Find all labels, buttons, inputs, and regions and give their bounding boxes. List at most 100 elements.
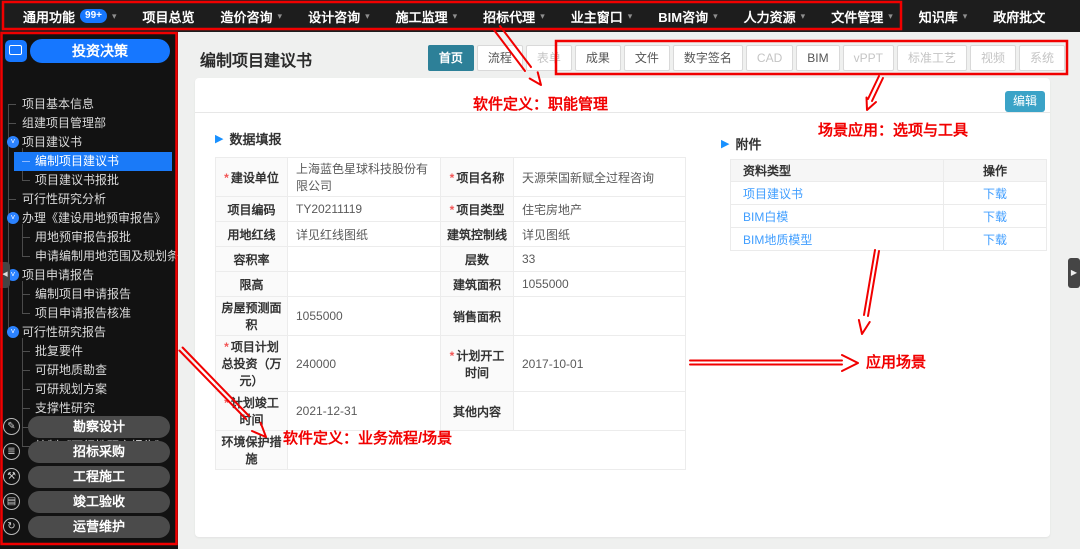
nav-item-project-overview[interactable]: 项目总览 [130,0,208,32]
nav-item-owner-window[interactable]: 业主窗口 ▾ [558,0,646,32]
nav-item-cost-consult[interactable]: 造价咨询 ▾ [208,0,296,32]
nav-item-bim-consult[interactable]: BIM咨询 ▾ [645,0,730,32]
attachments-section: ▶ 附件 资料类型 操作 项目建议书 下载 BIM白模 下载 BIM地质 [721,134,1047,251]
tree-item-approval-elements[interactable]: 批复要件 [0,342,178,361]
nav-item-gov-approval[interactable]: 政府批文 [980,0,1058,32]
field-value[interactable]: 1055000 [288,297,441,336]
field-value[interactable]: 2021-12-31 [288,392,441,431]
tree-item-feasibility-analysis[interactable]: 可行性研究分析 [0,190,178,209]
tree-item-feasibility-report[interactable]: ˅ 可行性研究报告 [0,323,178,342]
caret-down-icon: ▾ [963,11,968,22]
attachment-link[interactable]: BIM地质模型 [731,228,944,251]
field-label: 容积率 [216,247,288,272]
tree-item-label: 支撑性研究 [35,401,95,415]
content-card: 编辑 ▶ 数据填报 *建设单位 上海蓝色星球科技股份有限公司 *项目名称 天源荣… [195,78,1050,537]
attachment-link[interactable]: 项目建议书 [731,182,944,205]
field-value[interactable]: 1055000 [514,272,686,297]
tree-item-label: 项目建议书 [22,135,82,149]
field-label: 环境保护措施 [216,431,288,470]
nav-item-supervision[interactable]: 施工监理 ▾ [383,0,471,32]
tab-files[interactable]: 文件 [624,45,670,71]
tree-item-land-prereview[interactable]: ˅ 办理《建设用地预审报告》 [0,209,178,228]
collapse-toggle-icon[interactable]: ˅ [7,326,19,338]
chevron-right-icon: ▶ [1071,268,1077,277]
sidebar-collapse-handle[interactable]: ◀ [0,262,10,288]
tree-item-land-scope-planning[interactable]: 申请编制用地范围及规划条件 [0,247,178,266]
checklist-icon: ▤ [3,493,20,510]
sidebar: 投资决策 项目基本信息 组建项目管理部 ˅ 项目建议书 编制项目建议书 项目建议… [0,32,178,549]
phase-button-operation-maintenance[interactable]: 运营维护 [28,516,170,538]
field-value[interactable] [514,392,686,431]
table-row: BIM白模 下载 [731,205,1047,228]
field-value[interactable]: 详见图纸 [514,222,686,247]
cycle-icon: ↻ [3,518,20,535]
field-value[interactable] [288,272,441,297]
panel-expand-handle[interactable]: ▶ [1068,258,1080,288]
field-value[interactable]: 2017-10-01 [514,336,686,392]
caret-down-icon: ▾ [713,11,718,22]
tree-item-compile-application[interactable]: 编制项目申请报告 [0,285,178,304]
tab-results[interactable]: 成果 [575,45,621,71]
tree-item-proposal-approval[interactable]: 项目建议书报批 [0,171,178,190]
tab-process[interactable]: 流程 [477,45,523,71]
phase-button-bidding-procurement[interactable]: 招标采购 [28,441,170,463]
tree-item-form-pm-dept[interactable]: 组建项目管理部 [0,114,178,133]
field-value[interactable]: 上海蓝色星球科技股份有限公司 [288,158,441,197]
tab-home[interactable]: 首页 [428,45,474,71]
phase-button-completion-acceptance[interactable]: 竣工验收 [28,491,170,513]
field-value[interactable] [288,247,441,272]
nav-item-general[interactable]: 通用功能 99+ ▾ [10,0,130,32]
nav-item-label: 政府批文 [993,7,1045,26]
attachment-link[interactable]: BIM白模 [731,205,944,228]
window-icon [9,45,22,55]
tab-system: 系统 [1019,45,1065,71]
phase-button-construction[interactable]: 工程施工 [28,466,170,488]
tree-item-land-prereview-approval[interactable]: 用地预审报告报批 [0,228,178,247]
nav-item-design-consult[interactable]: 设计咨询 ▾ [295,0,383,32]
caret-down-icon: ▾ [278,11,283,22]
field-value[interactable]: 33 [514,247,686,272]
nav-item-label: 设计咨询 [308,7,360,26]
download-link[interactable]: 下载 [944,228,1047,251]
tree-item-application-approval[interactable]: 项目申请报告核准 [0,304,178,323]
download-link[interactable]: 下载 [944,182,1047,205]
field-label: *项目类型 [441,197,514,222]
field-value[interactable]: 住宅房地产 [514,197,686,222]
download-link[interactable]: 下载 [944,205,1047,228]
tree-item-label: 批复要件 [35,344,83,358]
tree-item-planning-scheme[interactable]: 可研规划方案 [0,380,178,399]
nav-item-file-mgmt[interactable]: 文件管理 ▾ [818,0,906,32]
edit-button[interactable]: 编辑 [1005,91,1045,112]
table-row: 项目建议书 下载 [731,182,1047,205]
field-value[interactable]: 240000 [288,336,441,392]
field-label: 限高 [216,272,288,297]
tree-item-label: 编制项目申请报告 [35,287,131,301]
nav-item-hr[interactable]: 人力资源 ▾ [731,0,819,32]
collapse-toggle-icon[interactable]: ˅ [7,136,19,148]
tab-digital-signature[interactable]: 数字签名 [673,45,743,71]
phase-button-investment-decision[interactable]: 投资决策 [30,39,170,63]
tree-item-project-application[interactable]: ˅ 项目申请报告 [0,266,178,285]
table-row: *项目计划总投资（万元） 240000 *计划开工时间 2017-10-01 [216,336,686,392]
phase-button-survey-design[interactable]: 勘察设计 [28,416,170,438]
tree-item-project-basic-info[interactable]: 项目基本信息 [0,95,178,114]
field-value[interactable]: 天源荣国新赋全过程咨询 [514,158,686,197]
field-value[interactable] [288,431,686,470]
nav-item-knowledge-base[interactable]: 知识库 ▾ [906,0,981,32]
field-value[interactable] [514,297,686,336]
tab-bim[interactable]: BIM [796,45,839,71]
field-value[interactable]: 详见红线图纸 [288,222,441,247]
nav-item-bidding-agency[interactable]: 招标代理 ▾ [470,0,558,32]
tree-item-project-proposal[interactable]: ˅ 项目建议书 [0,133,178,152]
tree-item-geo-survey[interactable]: 可研地质勘查 [0,361,178,380]
panel-icon[interactable] [5,40,27,62]
section-title: 数据填报 [229,129,281,148]
hammer-icon: ⚒ [3,468,20,485]
nav-item-label: 通用功能 [23,7,75,26]
field-value[interactable]: TY20211119 [288,197,441,222]
tree-item-compile-proposal-selected[interactable]: 编制项目建议书 [14,152,172,171]
sidebar-tree: 项目基本信息 组建项目管理部 ˅ 项目建议书 编制项目建议书 项目建议书报批 可… [0,95,178,447]
collapse-toggle-icon[interactable]: ˅ [7,212,19,224]
field-label: 用地红线 [216,222,288,247]
tab-video: 视频 [970,45,1016,71]
